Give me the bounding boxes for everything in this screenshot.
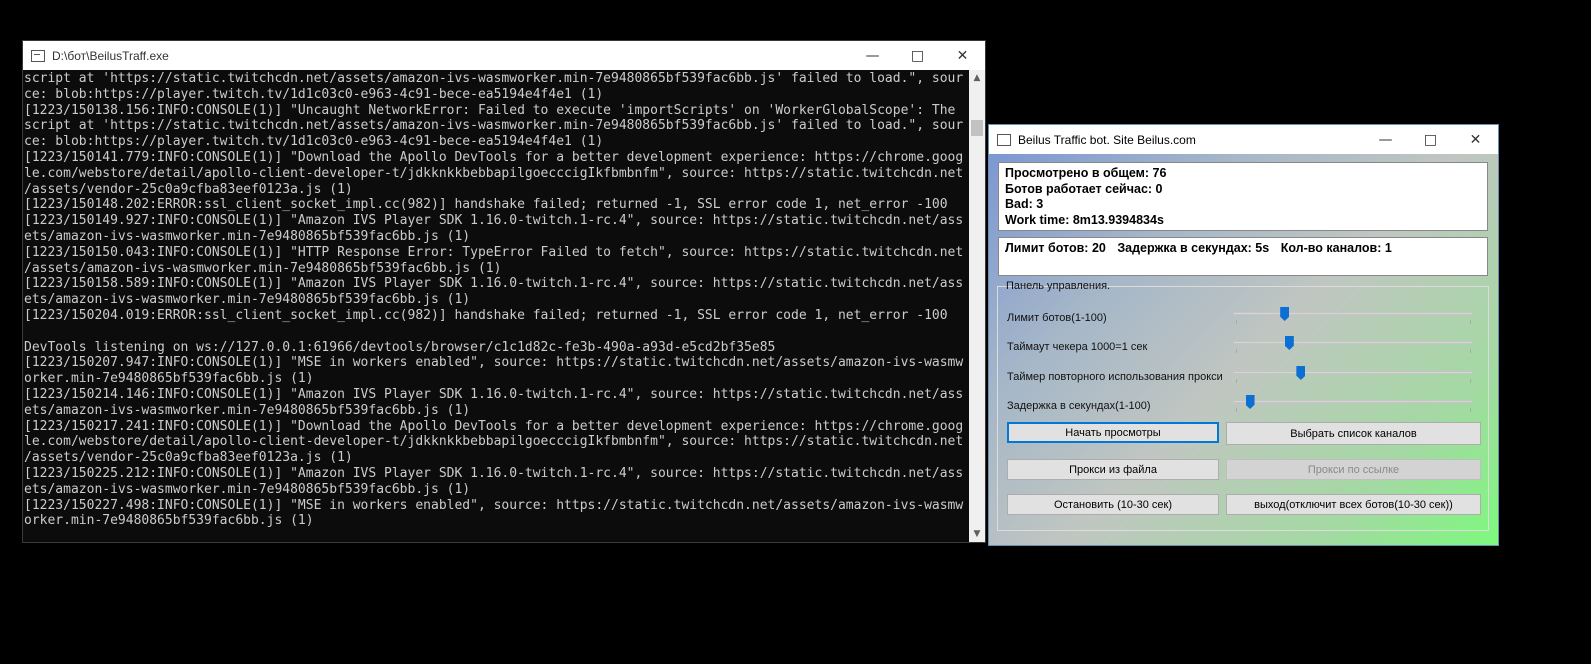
console-line: /assets/amazon-ivs-wasmworker.min-7e9480… — [24, 260, 502, 276]
console-line: orker.min-7e9480865bf539fac6bb.js (1) — [24, 371, 314, 387]
console-scrollbar[interactable]: ▲ ▼ — [969, 70, 985, 542]
limit-delay: Задержка в секундах: 5s — [1117, 241, 1270, 255]
console-line: le.com/webstore/detail/apollo-client-dev… — [24, 165, 964, 181]
console-line: DevTools listening on ws://127.0.0.1:619… — [24, 339, 776, 355]
console-line: [1223/150138.156:INFO:CONSOLE(1)] "Uncau… — [24, 102, 956, 118]
console-line: orker.min-7e9480865bf539fac6bb.js (1) — [24, 513, 314, 529]
slider-proxy-reuse-timer[interactable] — [1233, 366, 1473, 383]
bot-titlebar[interactable]: Beilus Traffic bot. Site Beilus.com — □ … — [989, 125, 1498, 154]
stat-work-time: Work time: 8m13.9394834s — [1005, 212, 1164, 227]
bot-app-icon — [997, 133, 1011, 146]
slider-delay[interactable] — [1233, 395, 1473, 412]
proxy-from-url-button[interactable]: Прокси по ссылке — [1226, 459, 1481, 480]
console-line: [1223/150141.779:INFO:CONSOLE(1)] "Downl… — [24, 149, 964, 165]
console-line: [1223/150148.202:ERROR:ssl_client_socket… — [24, 197, 948, 213]
stats-box: Просмотрено в общем: 76 Ботов работает с… — [998, 162, 1488, 231]
close-icon[interactable]: ✕ — [1453, 125, 1498, 154]
console-line: [1223/150207.947:INFO:CONSOLE(1)] "MSE i… — [24, 355, 964, 371]
stat-bad: Bad: 3 — [1005, 197, 1044, 211]
limit-bots: Лимит ботов: 20 — [1005, 241, 1106, 255]
console-line: /assets/vendor-25c0a9cfba83eef0123a.js (… — [24, 450, 353, 466]
maximize-icon[interactable]: □ — [895, 41, 940, 70]
console-titlebar[interactable]: D:\бот\BeilusTraff.exe — □ ✕ — [23, 41, 985, 70]
console-line: script at 'https://static.twitchcdn.net/… — [24, 118, 964, 134]
console-line: [1223/150149.927:INFO:CONSOLE(1)] "Amazo… — [24, 213, 964, 229]
console-line: [1223/150158.589:INFO:CONSOLE(1)] "Amazo… — [24, 276, 964, 292]
console-line: [1223/150214.146:INFO:CONSOLE(1)] "Amazo… — [24, 386, 964, 402]
console-line: [1223/150217.241:INFO:CONSOLE(1)] "Downl… — [24, 418, 964, 434]
slider-tick — [1470, 320, 1471, 324]
slider-thumb[interactable] — [1296, 366, 1306, 380]
exit-button[interactable]: выход(отключит всех ботов(10-30 сек)) — [1226, 494, 1481, 515]
scroll-down-icon[interactable]: ▼ — [969, 526, 985, 542]
console-line: ets/amazon-ivs-wasmworker.min-7e9480865b… — [24, 228, 471, 244]
maximize-icon[interactable]: □ — [1408, 125, 1453, 154]
slider-tick — [1470, 379, 1471, 383]
console-line: /assets/vendor-25c0a9cfba83eef0123a.js (… — [24, 181, 353, 197]
close-icon[interactable]: ✕ — [940, 41, 985, 70]
console-line: ets/amazon-ivs-wasmworker.min-7e9480865b… — [24, 292, 471, 308]
slider-checker-timeout[interactable] — [1233, 336, 1473, 353]
slider-bot-limit[interactable] — [1233, 307, 1473, 324]
console-title: D:\бот\BeilusTraff.exe — [52, 48, 169, 63]
stat-viewed: Просмотрено в общем: 76 — [1005, 166, 1167, 180]
slider-thumb[interactable] — [1280, 307, 1290, 321]
control-panel-legend: Панель управления. — [1006, 280, 1111, 292]
bot-window: Beilus Traffic bot. Site Beilus.com — □ … — [988, 124, 1499, 546]
choose-channels-button[interactable]: Выбрать список каналов — [1226, 422, 1481, 445]
slider-thumb[interactable] — [1245, 395, 1255, 409]
minimize-icon[interactable]: — — [1363, 125, 1408, 154]
slider-tick — [1470, 349, 1471, 353]
slider-tick — [1236, 320, 1237, 324]
console-line: ce: blob:https://player.twitch.tv/1d1c03… — [24, 86, 604, 102]
slider-tick — [1470, 408, 1471, 412]
stop-button[interactable]: Остановить (10-30 сек) — [1007, 494, 1219, 515]
slider-thumb[interactable] — [1284, 336, 1294, 350]
console-line: [1223/150227.498:INFO:CONSOLE(1)] "MSE i… — [24, 497, 964, 513]
limit-channels: Кол-во каналов: 1 — [1280, 241, 1392, 255]
console-line: [1223/150204.019:ERROR:ssl_client_socket… — [24, 307, 948, 323]
slider-tick — [1236, 408, 1237, 412]
console-output[interactable]: script at 'https://static.twitchcdn.net/… — [23, 70, 969, 542]
slider-label-proxy-reuse-timer: Таймер повторного использования прокси — [1007, 371, 1223, 383]
control-panel: Панель управления. Лимит ботов(1-100) Та… — [997, 280, 1489, 531]
minimize-icon[interactable]: — — [850, 41, 895, 70]
slider-label-bot-limit: Лимит ботов(1-100) — [1007, 312, 1107, 324]
console-line: ets/amazon-ivs-wasmworker.min-7e9480865b… — [24, 402, 471, 418]
console-line: le.com/webstore/detail/apollo-client-dev… — [24, 434, 964, 450]
bot-title: Beilus Traffic bot. Site Beilus.com — [1018, 132, 1196, 147]
scroll-thumb[interactable] — [971, 120, 983, 136]
limits-box: Лимит ботов: 20 Задержка в секундах: 5s … — [998, 237, 1488, 276]
console-line: [1223/150225.212:INFO:CONSOLE(1)] "Amazo… — [24, 465, 964, 481]
console-app-icon — [31, 49, 45, 62]
scroll-up-icon[interactable]: ▲ — [969, 70, 985, 86]
proxy-from-file-button[interactable]: Прокси из файла — [1007, 459, 1219, 480]
slider-label-checker-timeout: Таймаут чекера 1000=1 сек — [1007, 341, 1148, 353]
slider-label-delay: Задержка в секундах(1-100) — [1007, 400, 1151, 412]
console-line: script at 'https://static.twitchcdn.net/… — [24, 71, 964, 86]
bot-body: Просмотрено в общем: 76 Ботов работает с… — [989, 154, 1498, 545]
console-window: D:\бот\BeilusTraff.exe — □ ✕ script at '… — [22, 40, 986, 543]
console-line: ets/amazon-ivs-wasmworker.min-7e9480865b… — [24, 481, 471, 497]
start-viewing-button[interactable]: Начать просмотры — [1007, 422, 1219, 443]
slider-tick — [1236, 379, 1237, 383]
stat-working: Ботов работает сейчас: 0 — [1005, 181, 1163, 196]
console-line: ce: blob:https://player.twitch.tv/1d1c03… — [24, 134, 604, 150]
slider-tick — [1236, 349, 1237, 353]
console-line: [1223/150150.043:INFO:CONSOLE(1)] "HTTP … — [24, 244, 964, 260]
